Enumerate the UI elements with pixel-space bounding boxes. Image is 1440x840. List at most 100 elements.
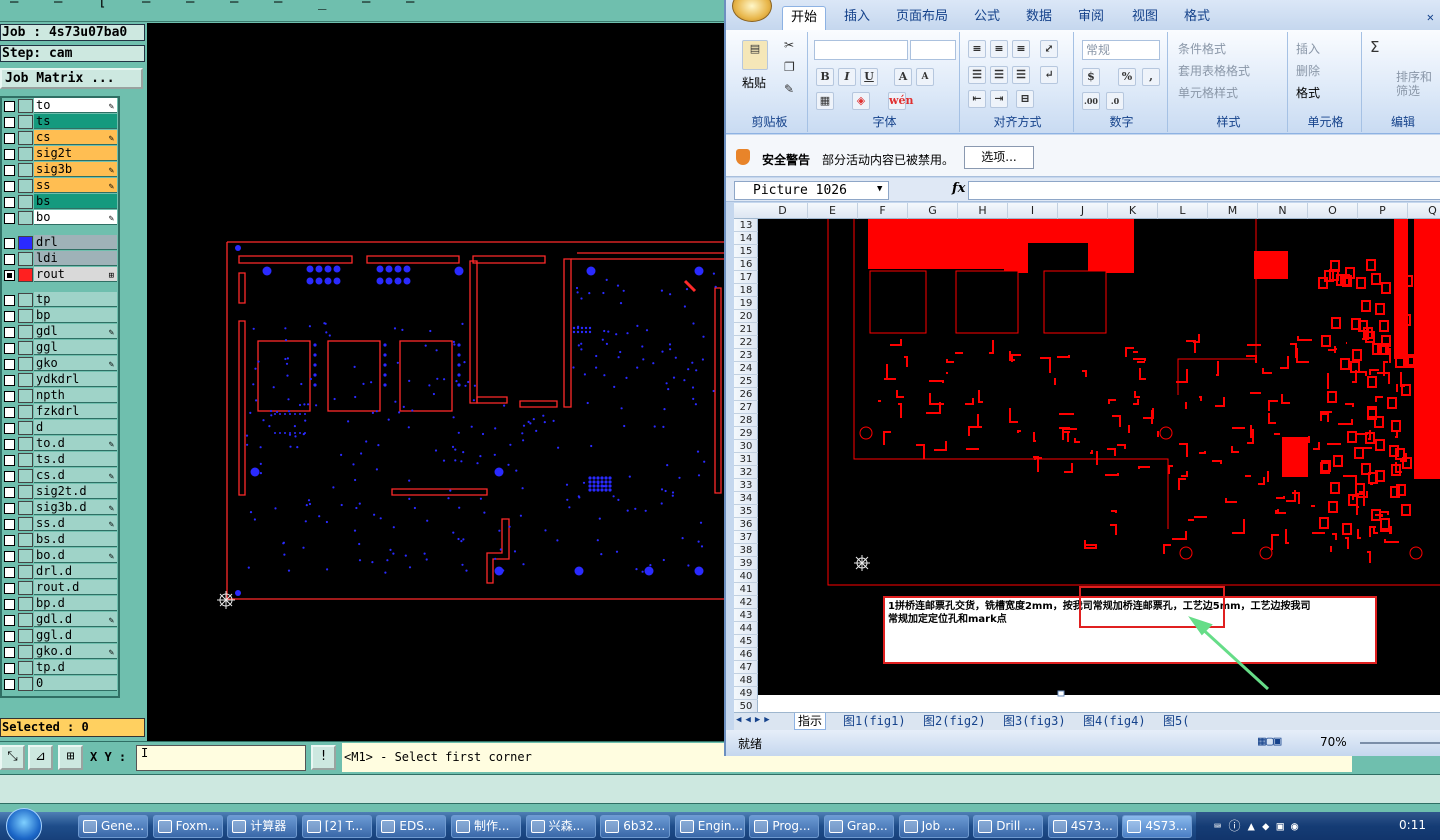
layer-name[interactable]: gdl ✎ [34, 324, 117, 339]
layer-color-swatch[interactable] [18, 195, 33, 209]
layer-row[interactable]: ss.d ✎ [2, 516, 118, 532]
column-header[interactable]: H [958, 203, 1008, 219]
layer-name[interactable]: sig2t.d [34, 484, 117, 499]
sheet-nav-arrows[interactable]: ◀◀▶▶ [736, 715, 774, 725]
layer-row[interactable]: to.d ✎ [2, 436, 118, 452]
tab-1[interactable]: 插入 [836, 6, 878, 30]
row-header[interactable]: 46 [734, 648, 758, 661]
column-header[interactable]: K [1108, 203, 1158, 219]
row-header[interactable]: 39 [734, 557, 758, 570]
layer-color-swatch[interactable] [18, 389, 33, 403]
underline-icon[interactable]: U [860, 68, 878, 86]
sheet-tab-4[interactable]: 图4(fig4) [1080, 713, 1149, 730]
column-header[interactable]: O [1308, 203, 1358, 219]
layer-row[interactable]: rout ⊞ [2, 267, 118, 283]
row-header[interactable]: 38 [734, 544, 758, 557]
row-header[interactable]: 17 [734, 271, 758, 284]
layer-checkbox[interactable] [4, 254, 15, 265]
job-matrix-button[interactable]: Job Matrix ... [0, 68, 143, 89]
align-top-icon[interactable]: ≡ [968, 40, 986, 58]
row-header[interactable]: 47 [734, 661, 758, 674]
tab-0[interactable]: 开始 [782, 6, 827, 30]
column-header[interactable]: L [1158, 203, 1208, 219]
zoom-tool-button[interactable]: ⤡ [0, 745, 25, 770]
layer-checkbox[interactable] [4, 599, 15, 610]
layer-color-swatch[interactable] [18, 357, 33, 371]
grid-tool-button[interactable]: ⊞ [58, 745, 83, 770]
insert-cells-button[interactable]: 插入 [1296, 40, 1320, 57]
sheet-tab-2[interactable]: 图2(fig2) [920, 713, 989, 730]
row-header[interactable]: 22 [734, 336, 758, 349]
layer-checkbox[interactable] [4, 295, 15, 306]
layer-checkbox[interactable] [4, 535, 15, 546]
layer-name[interactable]: cs ✎ [34, 130, 117, 145]
tab-5[interactable]: 审阅 [1070, 6, 1112, 30]
start-button[interactable] [6, 808, 42, 840]
layer-row[interactable]: npth [2, 388, 118, 404]
taskbar-item[interactable]: Drill ... [973, 815, 1044, 838]
layer-name[interactable]: tp [34, 292, 117, 307]
layer-checkbox[interactable] [4, 391, 15, 402]
fx-icon[interactable]: fx [952, 181, 965, 196]
measure-tool-button[interactable]: ⊿ [28, 745, 53, 770]
align-middle-icon[interactable]: ≡ [990, 40, 1008, 58]
increase-decimal-icon[interactable]: .00 [1082, 92, 1100, 110]
layer-color-swatch[interactable] [18, 115, 33, 129]
layer-row[interactable]: cs.d ✎ [2, 468, 118, 484]
layer-color-swatch[interactable] [18, 163, 33, 177]
layer-color-swatch[interactable] [18, 677, 33, 691]
delete-cells-button[interactable]: 删除 [1296, 62, 1320, 79]
layer-row[interactable]: ydkdrl [2, 372, 118, 388]
comma-icon[interactable]: , [1142, 68, 1160, 86]
column-header[interactable]: P [1358, 203, 1408, 219]
layer-name[interactable]: drl [34, 235, 117, 250]
row-header[interactable]: 16 [734, 258, 758, 271]
column-header[interactable]: M [1208, 203, 1258, 219]
tab-2[interactable]: 页面布局 [888, 6, 956, 30]
layer-color-swatch[interactable] [18, 99, 33, 113]
border-icon[interactable]: ▦ [816, 92, 834, 110]
layer-row[interactable]: bo ✎ [2, 210, 118, 226]
row-header[interactable]: 19 [734, 297, 758, 310]
layer-name[interactable]: rout ⊞ [34, 267, 117, 282]
layer-name[interactable]: ydkdrl [34, 372, 117, 387]
column-header[interactable]: G [908, 203, 958, 219]
layer-checkbox[interactable] [4, 133, 15, 144]
layer-row[interactable]: tp [2, 292, 118, 308]
layer-color-swatch[interactable] [18, 501, 33, 515]
row-header[interactable]: 28 [734, 414, 758, 427]
layer-color-swatch[interactable] [18, 533, 33, 547]
layer-color-swatch[interactable] [18, 236, 33, 250]
layer-checkbox[interactable] [4, 487, 15, 498]
sort-filter-button[interactable]: 排序和筛选 [1396, 70, 1436, 98]
align-right-icon[interactable]: ☰ [1012, 66, 1030, 84]
layer-color-swatch[interactable] [18, 179, 33, 193]
row-header[interactable]: 27 [734, 401, 758, 414]
layer-checkbox[interactable] [4, 423, 15, 434]
layer-checkbox[interactable] [4, 117, 15, 128]
column-header[interactable]: Q [1408, 203, 1440, 219]
layer-checkbox[interactable] [4, 503, 15, 514]
row-header[interactable]: 14 [734, 232, 758, 245]
row-header[interactable]: 31 [734, 453, 758, 466]
layer-row[interactable]: ss ✎ [2, 178, 118, 194]
layer-name[interactable]: gko.d ✎ [34, 644, 117, 659]
layer-color-swatch[interactable] [18, 373, 33, 387]
layer-row[interactable]: gko ✎ [2, 356, 118, 372]
layer-row[interactable]: sig3b ✎ [2, 162, 118, 178]
layer-row[interactable]: bo.d ✎ [2, 548, 118, 564]
row-header[interactable]: 43 [734, 609, 758, 622]
layer-checkbox[interactable] [4, 327, 15, 338]
layer-color-swatch[interactable] [18, 211, 33, 225]
layer-color-swatch[interactable] [18, 629, 33, 643]
layer-color-swatch[interactable] [18, 581, 33, 595]
layer-row[interactable]: drl.d [2, 564, 118, 580]
chevron-down-icon[interactable]: ▼ [877, 184, 882, 194]
layer-row[interactable]: bp [2, 308, 118, 324]
layer-name[interactable]: ts.d [34, 452, 117, 467]
number-format-combo[interactable]: 常规 [1082, 40, 1160, 60]
layer-checkbox[interactable] [4, 567, 15, 578]
name-box[interactable]: Picture 1026 [734, 181, 889, 200]
font-color-icon[interactable]: wén [888, 92, 913, 110]
layer-checkbox[interactable] [4, 615, 15, 626]
